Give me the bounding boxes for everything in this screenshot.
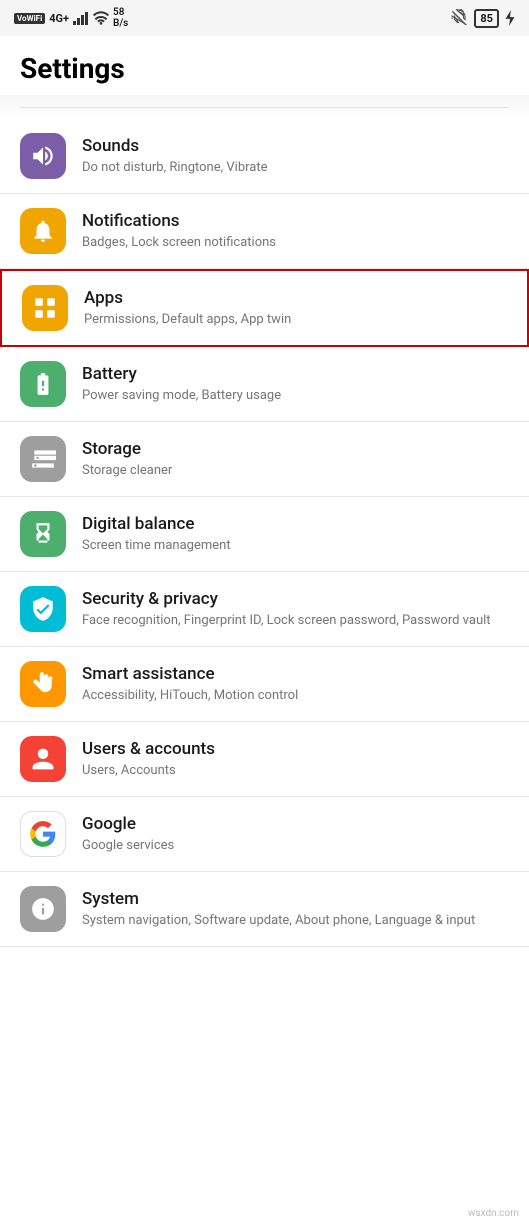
users-icon-wrap <box>20 736 66 782</box>
info-icon <box>30 896 56 922</box>
network-type: 4G+ <box>49 12 69 25</box>
battery-icon-wrap <box>20 361 66 407</box>
security-text: Security & privacy Face recognition, Fin… <box>82 588 509 630</box>
divider-top <box>20 107 509 108</box>
settings-item-apps[interactable]: Apps Permissions, Default apps, App twin <box>0 269 529 347</box>
page-title: Settings <box>20 52 509 85</box>
settings-item-storage[interactable]: Storage Storage cleaner <box>0 422 529 497</box>
sounds-text: Sounds Do not disturb, Ringtone, Vibrate <box>82 135 509 177</box>
digital-text: Digital balance Screen time management <box>82 513 509 555</box>
notifications-icon-wrap <box>20 208 66 254</box>
system-text: System System navigation, Software updat… <box>82 888 509 930</box>
smart-text: Smart assistance Accessibility, HiTouch,… <box>82 663 509 705</box>
security-title: Security & privacy <box>82 588 509 610</box>
status-left: VoWiFi 4G+ 58B/s <box>14 7 128 29</box>
smart-icon-wrap <box>20 661 66 707</box>
apps-title: Apps <box>84 287 507 309</box>
smart-subtitle: Accessibility, HiTouch, Motion control <box>82 687 509 705</box>
google-text: Google Google services <box>82 813 509 855</box>
storage-text: Storage Storage cleaner <box>82 438 509 480</box>
sounds-title: Sounds <box>82 135 509 157</box>
settings-item-google[interactable]: Google Google services <box>0 797 529 872</box>
google-icon-wrap <box>20 811 66 857</box>
speaker-icon <box>30 143 56 169</box>
notifications-subtitle: Badges, Lock screen notifications <box>82 234 509 252</box>
bell-icon <box>30 218 56 244</box>
settings-item-digital[interactable]: Digital balance Screen time management <box>0 497 529 572</box>
google-subtitle: Google services <box>82 837 509 855</box>
settings-item-security[interactable]: Security & privacy Face recognition, Fin… <box>0 572 529 647</box>
storage-icon-wrap <box>20 436 66 482</box>
mute-icon <box>450 9 468 27</box>
settings-item-notifications[interactable]: Notifications Badges, Lock screen notifi… <box>0 194 529 269</box>
system-title: System <box>82 888 509 910</box>
settings-item-smart[interactable]: Smart assistance Accessibility, HiTouch,… <box>0 647 529 722</box>
settings-item-users[interactable]: Users & accounts Users, Accounts <box>0 722 529 797</box>
storage-icon <box>30 446 56 472</box>
notifications-text: Notifications Badges, Lock screen notifi… <box>82 210 509 252</box>
battery-level: 85 <box>480 12 493 25</box>
vowifi-badge: VoWiFi <box>14 13 45 24</box>
apps-text: Apps Permissions, Default apps, App twin <box>84 287 507 329</box>
users-text: Users & accounts Users, Accounts <box>82 738 509 780</box>
digital-title: Digital balance <box>82 513 509 535</box>
shield-icon <box>30 596 56 622</box>
user-icon <box>30 746 56 772</box>
battery-subtitle: Power saving mode, Battery usage <box>82 387 509 405</box>
apps-icon <box>32 295 58 321</box>
apps-icon-wrap <box>22 285 68 331</box>
scroll-top-indicator <box>0 95 529 119</box>
sounds-subtitle: Do not disturb, Ringtone, Vibrate <box>82 159 509 177</box>
system-subtitle: System navigation, Software update, Abou… <box>82 912 509 930</box>
status-right: 85 <box>450 9 515 28</box>
security-subtitle: Face recognition, Fingerprint ID, Lock s… <box>82 612 509 630</box>
sounds-icon-wrap <box>20 133 66 179</box>
settings-list: Sounds Do not disturb, Ringtone, Vibrate… <box>0 119 529 947</box>
notifications-title: Notifications <box>82 210 509 232</box>
security-icon-wrap <box>20 586 66 632</box>
google-icon <box>29 820 57 848</box>
settings-item-battery[interactable]: Battery Power saving mode, Battery usage <box>0 347 529 422</box>
digital-subtitle: Screen time management <box>82 537 509 555</box>
hourglass-icon <box>30 521 56 547</box>
battery-indicator: 85 <box>474 9 499 28</box>
battery-title: Battery <box>82 363 509 385</box>
settings-item-sounds[interactable]: Sounds Do not disturb, Ringtone, Vibrate <box>0 119 529 194</box>
storage-subtitle: Storage cleaner <box>82 462 509 480</box>
storage-title: Storage <box>82 438 509 460</box>
users-subtitle: Users, Accounts <box>82 762 509 780</box>
watermark: wsxdn.com <box>468 1208 519 1219</box>
signal-bars-icon <box>73 11 89 25</box>
speed-indicator: 58B/s <box>113 7 128 29</box>
status-bar: VoWiFi 4G+ 58B/s 85 <box>0 0 529 36</box>
battery-charging-icon <box>30 371 56 397</box>
google-title: Google <box>82 813 509 835</box>
users-title: Users & accounts <box>82 738 509 760</box>
digital-icon-wrap <box>20 511 66 557</box>
charging-icon <box>505 10 515 26</box>
battery-text: Battery Power saving mode, Battery usage <box>82 363 509 405</box>
smart-title: Smart assistance <box>82 663 509 685</box>
settings-item-system[interactable]: System System navigation, Software updat… <box>0 872 529 947</box>
page-header: Settings <box>0 36 529 95</box>
system-icon-wrap <box>20 886 66 932</box>
wifi-icon <box>93 11 109 25</box>
hand-icon <box>30 671 56 697</box>
apps-subtitle: Permissions, Default apps, App twin <box>84 311 507 329</box>
